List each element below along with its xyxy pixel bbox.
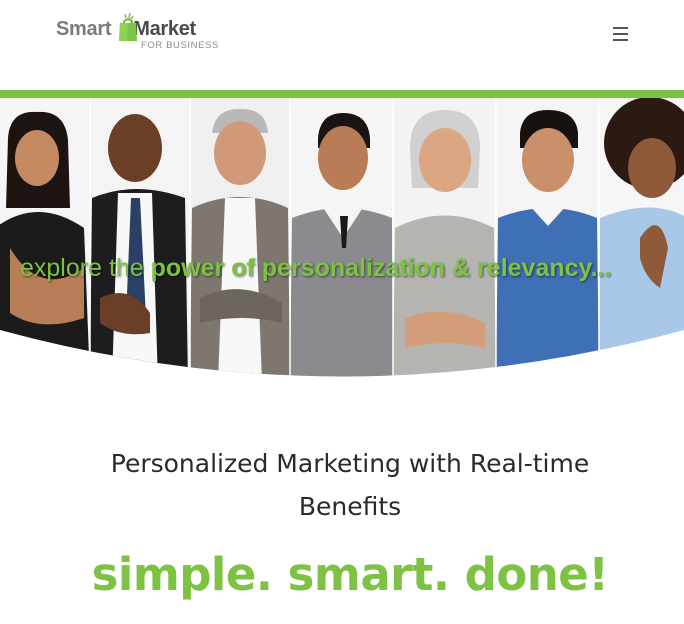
hamburger-icon-line bbox=[613, 39, 628, 41]
logo-word-smart: Smart bbox=[56, 18, 112, 40]
person-photo-6 bbox=[496, 98, 599, 377]
hamburger-icon-line bbox=[613, 27, 628, 29]
shopping-bag-icon bbox=[119, 13, 137, 41]
site-header: Smart Market FOR BUSINESS bbox=[0, 0, 684, 90]
person-photo-3 bbox=[190, 98, 290, 377]
tagline-light-text: explore the bbox=[20, 254, 144, 282]
person-photo-2 bbox=[90, 98, 190, 377]
people-photo-strip bbox=[0, 98, 684, 377]
hamburger-icon-line bbox=[613, 33, 628, 35]
page: Smart Market FOR BUSINESS explore the po… bbox=[0, 0, 684, 624]
hero-tagline: explore the power of personalization & r… bbox=[20, 254, 611, 283]
slogan: simple. smart. done! bbox=[91, 548, 609, 601]
person-photo-7 bbox=[599, 98, 684, 377]
hero-banner bbox=[0, 98, 684, 382]
person-photo-5 bbox=[393, 98, 496, 377]
tagline-bold-text: power of personalization & relevancy... bbox=[150, 254, 612, 282]
person-photo-4 bbox=[290, 98, 393, 377]
person-photo-1 bbox=[0, 98, 90, 377]
smartmarket-logo[interactable]: Smart Market FOR BUSINESS bbox=[56, 13, 226, 53]
page-headline: Personalized Marketing with Real-time Be… bbox=[110, 449, 590, 521]
logo-word-market: Market bbox=[133, 18, 196, 40]
logo-tagline: FOR BUSINESS bbox=[141, 40, 219, 51]
accent-divider bbox=[0, 90, 684, 98]
hamburger-menu-button[interactable] bbox=[609, 22, 633, 46]
